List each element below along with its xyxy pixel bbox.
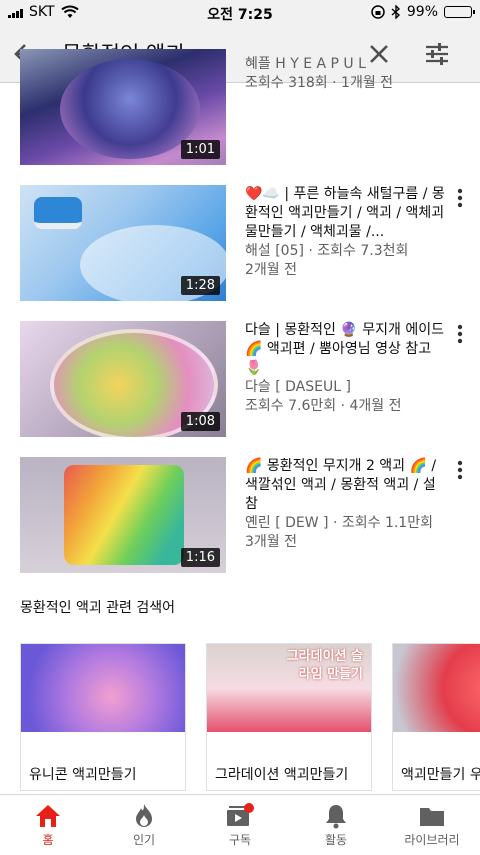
thumbnail-overlay-text: 그라데이션 슬라임 만들기 [286, 649, 363, 682]
video-thumbnail[interactable]: 1:28 [20, 185, 226, 301]
nav-label: 인기 [132, 833, 156, 847]
battery-icon [444, 6, 475, 18]
bottom-navigation: 홈 인기 구독 활동 라이브러리 [0, 794, 480, 855]
related-search-card[interactable]: 유니콘 액괴만들기 [20, 643, 186, 791]
video-channel: 다슬 [ DASEUL ] [245, 379, 351, 395]
nav-label: 활동 [324, 833, 348, 847]
related-thumbnail [21, 644, 185, 732]
video-duration: 1:16 [180, 548, 220, 567]
video-stats: 조회수 7.6만회 · 4개월 전 [245, 398, 402, 414]
nav-subscriptions[interactable]: 구독 [192, 795, 288, 855]
rotation-lock-icon [371, 5, 385, 19]
video-result[interactable]: 1:01 혜플 H Y E A P U L 조회수 318회 · 1개월 전 [0, 49, 480, 167]
related-search-label: 액괴만들기 우 [401, 767, 480, 783]
battery-percent: 99% [406, 4, 438, 20]
video-duration: 1:01 [180, 140, 220, 159]
video-thumbnail[interactable]: 1:01 [20, 49, 226, 165]
related-thumbnail [393, 644, 480, 732]
video-result[interactable]: 1:28 ❤️☁️ | 푸른 하늘속 새털구름 / 몽환적인 액괴만들기 / 액… [0, 185, 480, 303]
more-options-icon[interactable] [456, 323, 464, 345]
video-duration: 1:28 [180, 276, 220, 295]
related-search-card[interactable]: 액괴만들기 우 [392, 643, 480, 791]
video-stats: 3개월 전 [245, 534, 297, 550]
video-thumbnail[interactable]: 1:08 [20, 321, 226, 437]
folder-icon [420, 808, 444, 826]
more-options-icon[interactable] [456, 187, 464, 209]
status-bar: SKT 오전 7:25 99% [0, 0, 480, 26]
video-title[interactable]: 🌈 몽환적인 무지개 2 액괴 🌈 / 색깔섞인 액괴 / 몽환적 액괴 / 설… [245, 457, 445, 514]
related-thumbnail: 그라데이션 슬라임 만들기 [207, 644, 371, 732]
nav-trending[interactable]: 인기 [96, 795, 192, 855]
home-icon [36, 805, 60, 827]
related-search-card[interactable]: 그라데이션 슬라임 만들기 그라데이션 액괴만들기 [206, 643, 372, 791]
related-search-label: 그라데이션 액괴만들기 [215, 767, 349, 783]
more-options-icon[interactable] [456, 459, 464, 481]
bell-icon [326, 805, 346, 829]
video-channel: 해설 [05] · 조회수 7.3천회 [245, 243, 409, 259]
video-duration: 1:08 [180, 412, 220, 431]
video-stats: 2개월 전 [245, 262, 297, 278]
nav-activity[interactable]: 활동 [288, 795, 384, 855]
video-result[interactable]: 1:16 🌈 몽환적인 무지개 2 액괴 🌈 / 색깔섞인 액괴 / 몽환적 액… [0, 457, 480, 575]
subscriptions-icon [227, 803, 254, 826]
related-searches-heading: 몽환적인 액괴 관련 검색어 [20, 600, 176, 616]
related-search-label: 유니콘 액괴만들기 [29, 767, 137, 783]
bluetooth-icon [391, 5, 400, 19]
nav-label: 구독 [228, 833, 252, 847]
video-channel: 옌린 [ DEW ] · 조회수 1.1만회 [245, 515, 433, 531]
video-stats: 조회수 318회 · 1개월 전 [245, 75, 394, 91]
video-result[interactable]: 1:08 다슬 | 몽환적인 🔮 무지개 에이드 🌈 액괴편 / 뿜아영님 영상… [0, 321, 480, 439]
video-channel: 혜플 H Y E A P U L [245, 56, 366, 72]
nav-home[interactable]: 홈 [0, 795, 96, 855]
video-title[interactable]: 다슬 | 몽환적인 🔮 무지개 에이드 🌈 액괴편 / 뿜아영님 영상 참고 🌷 [245, 321, 445, 378]
nav-label: 라이브러리 [404, 833, 460, 847]
related-searches-row: 유니콘 액괴만들기 그라데이션 슬라임 만들기 그라데이션 액괴만들기 액괴만들… [20, 643, 480, 791]
video-thumbnail[interactable]: 1:16 [20, 457, 226, 573]
nav-library[interactable]: 라이브러리 [384, 795, 480, 855]
nav-label: 홈 [42, 833, 54, 847]
flame-icon [136, 804, 152, 827]
video-title[interactable]: ❤️☁️ | 푸른 하늘속 새털구름 / 몽환적인 액괴만들기 / 액괴 / 액… [245, 185, 445, 242]
